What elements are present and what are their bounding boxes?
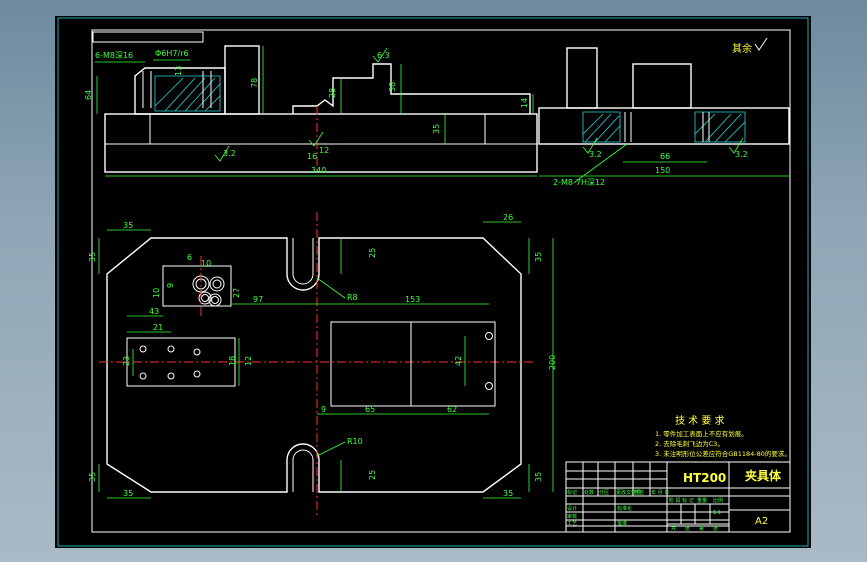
tb-row-1: 处数: [584, 489, 594, 496]
outer-border: [57, 17, 809, 547]
dim-r10: R10: [347, 437, 363, 446]
tb-sheets-b: 张: [713, 525, 718, 532]
dim-16: 16: [307, 152, 317, 161]
tb-sheets-a: 张: [685, 525, 690, 532]
dim-66: 66: [660, 152, 670, 161]
drawing-sheet: 64 78 28 38 14 35 340 16 12 13 6-M8深16 Φ…: [55, 16, 811, 548]
dim-13: 13: [174, 66, 183, 76]
tech-req-1: 1. 零件加工表面上不应有划痕。: [655, 429, 748, 438]
plan-view: 35 35 26 35 200 25 25 97 153 42 9 65 62 …: [88, 212, 557, 516]
drawing-number-box: [92, 31, 204, 43]
dim-27: 27: [232, 288, 241, 298]
tb-process: 工艺: [567, 521, 577, 527]
tech-req-2: 2. 去除毛刺飞边为C3。: [655, 439, 724, 448]
tech-requirements: 技 术 要 求 1. 零件加工表面上不应有划痕。 2. 去除毛刺飞边为C3。 3…: [655, 414, 791, 458]
dim-35-tl: 35: [123, 221, 133, 230]
dim-25-top: 25: [368, 248, 377, 258]
dim-35-br: 35: [503, 489, 513, 498]
dim-35-bl: 35: [123, 489, 133, 498]
tb-row-0: 标记: [567, 489, 577, 496]
dim-26: 26: [503, 213, 513, 222]
dim-10b: 10: [152, 288, 161, 298]
dim-12: 12: [319, 146, 329, 155]
roughness-front-1: 3.2: [223, 149, 236, 158]
roughness-note-label: 其余: [732, 42, 752, 55]
tb-standard: 标准化: [617, 505, 632, 512]
dim-200: 200: [548, 355, 557, 370]
drawing-canvas: 64 78 28 38 14 35 340 16 12 13 6-M8深16 Φ…: [57, 17, 809, 547]
tb-stage: 阶 段 标 记: [669, 497, 694, 504]
sheet-size-label: A2: [755, 516, 768, 527]
callout-side-thread: 2-M8-7H深12: [553, 178, 605, 187]
dim-35-bl-v: 35: [88, 472, 97, 482]
dim-65: 65: [365, 405, 375, 414]
dim-9: 9: [321, 405, 326, 414]
front-base: [104, 113, 538, 173]
dim-153: 153: [405, 295, 420, 304]
dim-12-plan: 12: [244, 356, 253, 366]
tech-req-3: 3. 未注明形位公差应符合GB1184-80的要求。: [655, 449, 791, 458]
tb-weight: 重量: [697, 497, 707, 504]
front-view: 64 78 28 38 14 35 340 16 12 13 6-M8深16 Φ…: [84, 45, 538, 177]
tech-req-title: 技 术 要 求: [675, 414, 725, 427]
center-pocket: [330, 321, 496, 407]
tb-total: 共: [671, 525, 676, 532]
tb-approve: 批准: [617, 520, 627, 527]
dim-25-bot: 25: [368, 470, 377, 480]
dim-64: 64: [84, 90, 93, 100]
dim-r8: R8: [347, 293, 358, 302]
tb-row-4: 签名: [634, 489, 644, 496]
tb-design: 设计: [567, 505, 577, 512]
title-block: HT200 夹具体 A2 标记 处数 分区 更改文件号 签名 年 月 日 设计 …: [565, 461, 791, 533]
dim-35-tl-v: 35: [88, 252, 97, 262]
dim-6: 6: [187, 253, 192, 262]
tb-review: 审核: [567, 513, 577, 520]
dim-18: 18: [228, 356, 237, 366]
tb-number: 第: [699, 525, 704, 532]
roughness-side-1: 3.2: [589, 150, 602, 159]
callout-pin-fit: Φ6H7/r6: [155, 49, 189, 58]
dim-150: 150: [655, 166, 670, 175]
callout-thread-holes: 6-M8深16: [95, 51, 133, 60]
tb-row-2: 分区: [599, 489, 609, 496]
dim-14: 14: [520, 98, 529, 108]
dim-9b: 9: [166, 283, 175, 288]
side-view: 66 150 2-M8-7H深12 3.2 3.2 其余: [538, 37, 790, 187]
dim-78: 78: [250, 78, 259, 88]
dim-35-tr-v: 35: [534, 252, 543, 262]
dim-38: 38: [388, 82, 397, 92]
dim-43: 43: [149, 307, 159, 316]
roughness-symbol: [754, 37, 768, 51]
tb-scale: 1:1: [713, 510, 721, 516]
dim-42: 42: [454, 356, 463, 366]
roughness-front-top: 6.3: [377, 51, 390, 60]
dim-340: 340: [311, 166, 326, 175]
dim-35-br-v: 35: [534, 472, 543, 482]
tb-row-5: 年 月 日: [651, 489, 669, 496]
dim-35-front: 35: [432, 124, 441, 134]
dim-10: 10: [201, 259, 211, 268]
dim-28: 28: [328, 88, 337, 98]
dim-23: 23: [122, 356, 131, 366]
dim-62: 62: [447, 405, 457, 414]
side-base: [538, 107, 790, 145]
tb-scale-label: 比例: [713, 497, 723, 504]
roughness-side-2: 3.2: [735, 150, 748, 159]
dim-97: 97: [253, 295, 263, 304]
dim-21: 21: [153, 323, 163, 332]
material-label: HT200: [683, 471, 726, 485]
part-name-label: 夹具体: [745, 468, 782, 483]
